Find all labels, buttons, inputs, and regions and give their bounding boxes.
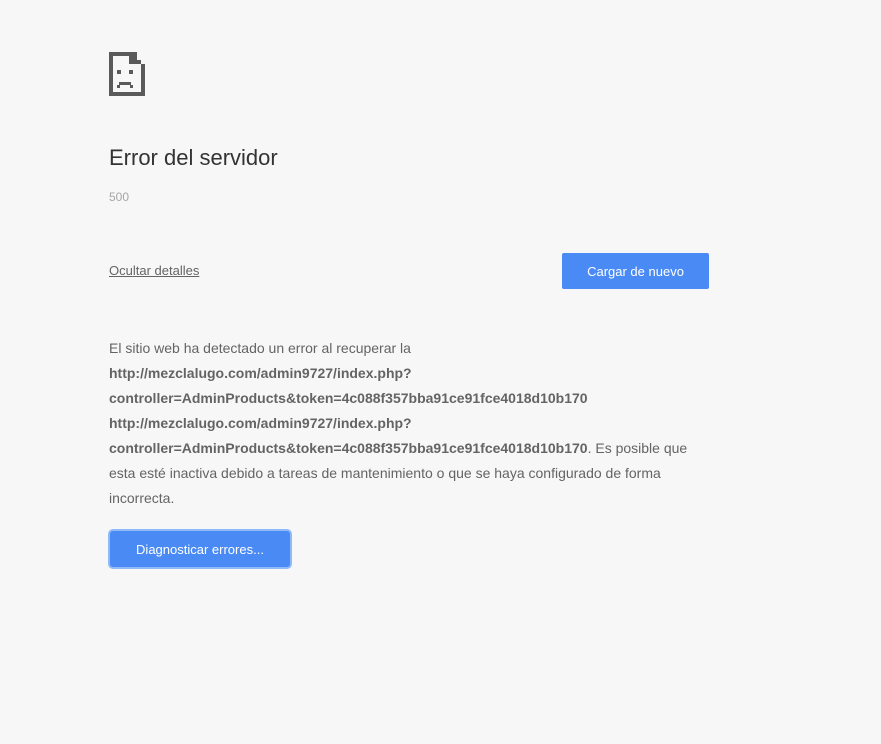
actions-bar: Ocultar detalles Cargar de nuevo [109,253,709,289]
error-page: Error del servidor 500 Ocultar detalles … [109,52,709,567]
details-intro: El sitio web ha detectado un error al re… [109,340,411,356]
details-url-2: http://mezclalugo.com/admin9727/index.ph… [109,415,588,456]
diagnose-button[interactable]: Diagnosticar errores... [110,531,290,567]
hide-details-link[interactable]: Ocultar detalles [109,263,199,278]
sad-page-icon [109,52,709,96]
error-code: 500 [109,190,130,204]
details-url-1: http://mezclalugo.com/admin9727/index.ph… [109,365,588,406]
reload-button[interactable]: Cargar de nuevo [562,253,709,289]
error-details: El sitio web ha detectado un error al re… [109,336,709,511]
page-title: Error del servidor [109,145,278,170]
